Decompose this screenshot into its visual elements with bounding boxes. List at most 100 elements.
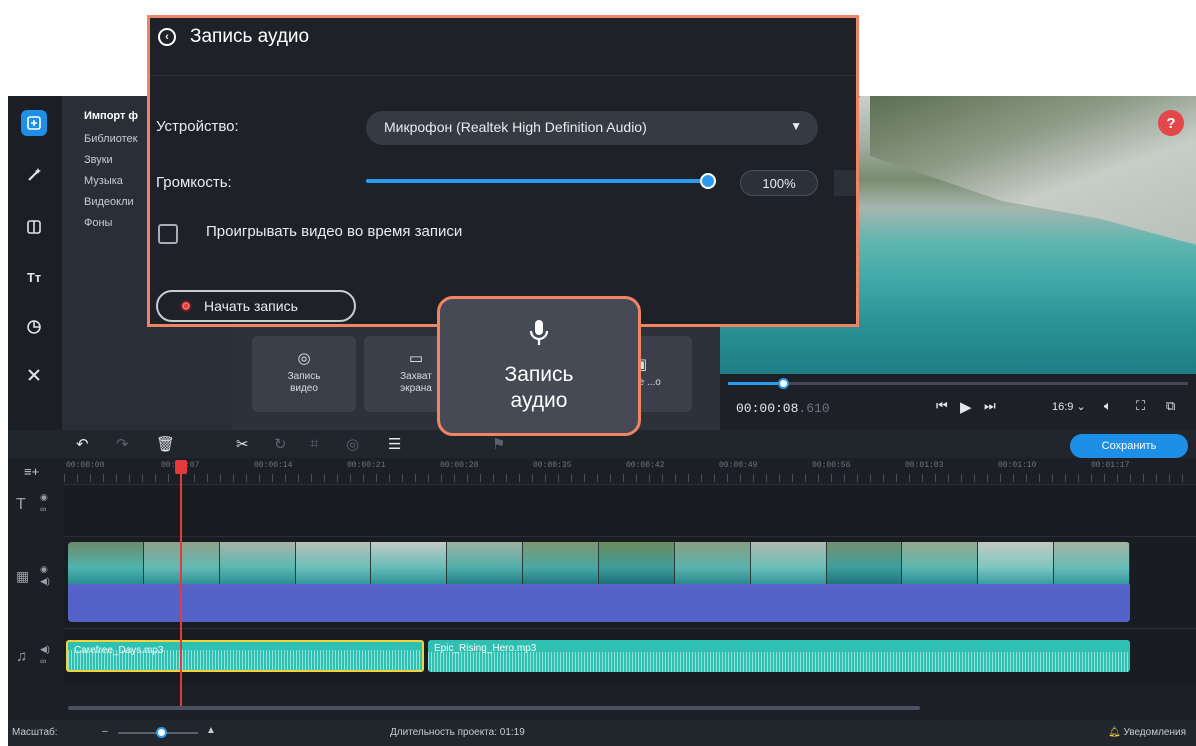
link-icon[interactable]: ∞ — [40, 504, 46, 514]
thumbnail — [523, 542, 600, 584]
zoom-slider-handle[interactable] — [156, 727, 167, 738]
record-video-label: Запись видео — [287, 371, 321, 394]
marker-icon[interactable]: ⚑ — [492, 435, 505, 453]
visibility-icon[interactable]: ◉ — [40, 492, 48, 503]
thumbnail — [978, 542, 1055, 584]
music-track-icon: ♫ — [16, 648, 28, 665]
submenu-item-sounds[interactable]: Звуки — [84, 154, 113, 166]
thumbnail — [219, 542, 296, 584]
timeline-scrollbar[interactable] — [68, 706, 920, 710]
thumbnail — [295, 542, 372, 584]
waveform — [428, 652, 1130, 672]
volume-slider-handle[interactable] — [700, 173, 716, 189]
tools-icon[interactable] — [21, 362, 47, 388]
thumbnail — [371, 542, 448, 584]
playhead-handle[interactable] — [175, 460, 187, 474]
magic-wand-icon[interactable] — [21, 162, 47, 188]
webcam-icon: ◎ — [297, 350, 311, 367]
monitor-icon: ▭ — [408, 350, 424, 367]
add-track-icon[interactable]: ≡+ — [24, 464, 39, 479]
thumbnail — [902, 542, 979, 584]
ruler-label: 00:00:42 — [626, 461, 665, 470]
clip-properties-icon[interactable]: ☰ — [388, 435, 401, 453]
aspect-ratio-value: 16:9 — [1052, 401, 1074, 413]
record-video-tile[interactable]: ◎ Запись видео — [252, 336, 356, 412]
skip-back-icon[interactable]: ⏮ — [936, 398, 948, 414]
ruler-label: 00:00:14 — [254, 461, 293, 470]
rotate-icon[interactable]: ↻ — [274, 435, 287, 453]
submenu-item-music[interactable]: Музыка — [84, 175, 123, 187]
aspect-ratio-select[interactable]: 16:9 ⌄ — [1052, 400, 1086, 413]
notifications-button[interactable]: 🔔︎ Уведомления — [1108, 727, 1186, 738]
volume-slider[interactable] — [366, 179, 710, 183]
cut-icon[interactable]: ✂ — [236, 435, 249, 453]
playback-progress-bar[interactable] — [728, 378, 1188, 389]
ruler-label: 00:00:49 — [719, 461, 758, 470]
mute-icon[interactable]: ◀) — [40, 644, 50, 655]
mute-icon[interactable]: ◀) — [40, 576, 50, 587]
ruler-label: 00:00:00 — [66, 461, 105, 470]
submenu-item-video-clips[interactable]: Видеокли — [84, 196, 134, 208]
preview-cliff — [870, 96, 1196, 246]
video-audio-strip — [68, 586, 1130, 622]
music-clip[interactable]: Carefree_Days.mp3 — [66, 640, 424, 672]
start-recording-label: Начать запись — [204, 298, 298, 314]
redo-icon[interactable]: ↷ — [116, 435, 129, 453]
record-dot-icon — [180, 300, 192, 312]
record-audio-tile[interactable]: Запись аудио — [437, 296, 641, 436]
play-video-label: Проигрывать видео во время записи — [206, 223, 463, 240]
help-button[interactable]: ? — [1158, 110, 1184, 136]
device-label: Устройство: — [156, 118, 239, 135]
playhead[interactable] — [180, 460, 182, 710]
transitions-icon[interactable] — [21, 214, 47, 240]
notifications-label: Уведомления — [1123, 727, 1186, 738]
save-button[interactable]: Сохранить — [1070, 434, 1188, 458]
video-clip[interactable] — [68, 542, 1130, 622]
record-audio-header: ‹ Запись аудио — [150, 18, 856, 76]
import-icon[interactable] — [21, 110, 47, 136]
thumbnail — [1054, 542, 1130, 584]
fullscreen-icon[interactable]: ⛶ — [1136, 398, 1145, 414]
detach-player-icon[interactable]: ⧉ — [1166, 398, 1175, 414]
zoom-out-icon[interactable]: – — [102, 726, 108, 737]
volume-value[interactable]: 100% — [740, 170, 818, 196]
record-audio-tile-label: Запись аудио — [504, 362, 574, 412]
start-recording-button[interactable]: Начать запись — [156, 290, 356, 322]
submenu-item-library[interactable]: Библиотек — [84, 133, 137, 145]
link-icon[interactable]: ∞ — [40, 656, 46, 666]
device-select[interactable]: Микрофон (Realtek High Definition Audio)… — [366, 111, 818, 145]
skip-forward-icon[interactable]: ⏭ — [984, 398, 996, 414]
bell-icon: 🔔︎ — [1107, 727, 1121, 738]
zoom-in-icon[interactable]: ▲ — [206, 725, 216, 736]
device-value: Микрофон (Realtek High Definition Audio) — [384, 119, 647, 135]
back-icon[interactable]: ‹ — [158, 28, 176, 46]
trash-icon[interactable]: 🗑︎ — [156, 435, 175, 453]
visibility-icon[interactable]: ◉ — [40, 564, 48, 575]
submenu-item-backgrounds[interactable]: Фоны — [84, 217, 112, 229]
volume-icon[interactable]: 🔈︎ — [1104, 398, 1112, 414]
submenu-item-import-files[interactable]: Импорт ф — [84, 110, 138, 122]
playback-progress-handle[interactable] — [778, 378, 790, 389]
play-icon[interactable]: ▶ — [960, 398, 972, 416]
play-video-checkbox[interactable] — [158, 224, 178, 244]
stickers-icon[interactable] — [21, 314, 47, 340]
record-audio-title: Запись аудио — [190, 26, 310, 47]
timeline: ↶ ↷ 🗑︎ ✂ ↻ ⌗ ◎ ☰ ⚑ Сохранить ≡+ 00:00:00… — [8, 430, 1196, 720]
thumbnail — [750, 542, 827, 584]
thumbnail — [599, 542, 675, 584]
timecode: 00:00:08.610 — [736, 401, 830, 416]
panel-edge — [834, 170, 856, 196]
crop-icon[interactable]: ⌗ — [310, 435, 318, 452]
zoom-label: Масштаб: — [12, 727, 58, 738]
ruler-label: 00:00:28 — [440, 461, 479, 470]
music-clip-title: Carefree_Days.mp3 — [74, 645, 164, 656]
undo-icon[interactable]: ↶ — [76, 435, 89, 453]
titles-icon[interactable]: Tт — [21, 264, 47, 290]
tool-rail: Tт — [8, 96, 62, 430]
title-track-lane[interactable] — [64, 484, 1196, 536]
video-thumbnails — [68, 542, 1130, 584]
record-audio-panel: ‹ Запись аудио Устройство: Микрофон (Rea… — [147, 15, 859, 327]
color-adjust-icon[interactable]: ◎ — [346, 435, 359, 453]
music-clip[interactable]: Epic_Rising_Hero.mp3 — [428, 640, 1130, 672]
ruler-label: 00:01:17 — [1091, 461, 1130, 470]
